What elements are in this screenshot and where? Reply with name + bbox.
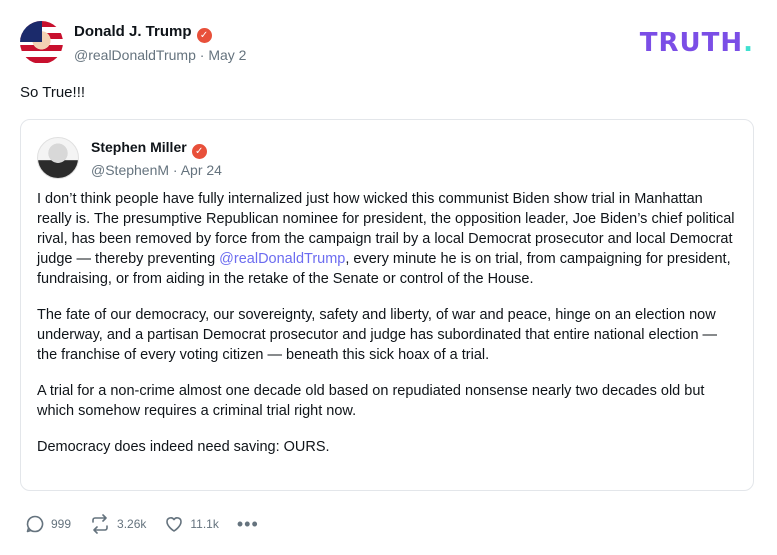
quote-author-avatar[interactable]: [37, 137, 79, 179]
retruth-button[interactable]: 3.26k: [89, 514, 146, 534]
quote-paragraph-2: The fate of our democracy, our sovereign…: [37, 307, 718, 363]
like-button[interactable]: 11.1k: [164, 514, 219, 534]
retruth-icon: [92, 514, 108, 534]
quote-author-name[interactable]: Stephen Miller: [91, 139, 187, 155]
reply-count: 999: [51, 517, 72, 531]
author-handle-row: @realDonaldTrump · May 2: [74, 47, 247, 63]
author-handle[interactable]: @realDonaldTrump: [74, 47, 196, 63]
verified-badge-icon: ✓: [196, 28, 212, 43]
quote-paragraph-1: I don’t think people have fully internal…: [37, 191, 735, 287]
post-text: So True!!!: [20, 84, 86, 101]
quote-paragraph-4: Democracy does indeed need saving: OURS.: [37, 439, 330, 455]
quoted-post[interactable]: Stephen Miller ✓ @StephenM · Apr 24 I don…: [20, 119, 754, 491]
like-count: 11.1k: [190, 517, 219, 531]
more-button[interactable]: •••: [236, 514, 259, 534]
reply-icon: [26, 515, 44, 533]
like-icon: [166, 517, 183, 532]
truth-logo[interactable]: TRUTH.: [640, 28, 754, 58]
quote-author-handle[interactable]: @StephenM: [91, 162, 169, 178]
reply-button[interactable]: 999: [25, 514, 71, 534]
quote-date[interactable]: Apr 24: [181, 162, 222, 178]
quote-paragraph-3: A trial for a non-crime almost one decad…: [37, 383, 705, 419]
author-avatar[interactable]: [20, 21, 63, 64]
quote-author-name-row[interactable]: Stephen Miller ✓: [91, 139, 207, 159]
verified-badge-icon: ✓: [191, 144, 207, 159]
mention-link[interactable]: @realDonaldTrump: [219, 251, 345, 267]
quote-body: I don’t think people have fully internal…: [37, 189, 741, 473]
post-date[interactable]: May 2: [208, 47, 246, 63]
more-icon: •••: [236, 514, 259, 534]
author-name[interactable]: Donald J. Trump: [74, 23, 192, 40]
author-name-row[interactable]: Donald J. Trump ✓: [74, 23, 212, 43]
retruth-count: 3.26k: [117, 517, 147, 531]
action-bar: 999 3.26k 11.1k •••: [25, 513, 277, 535]
quote-handle-row: @StephenM · Apr 24: [91, 162, 222, 178]
